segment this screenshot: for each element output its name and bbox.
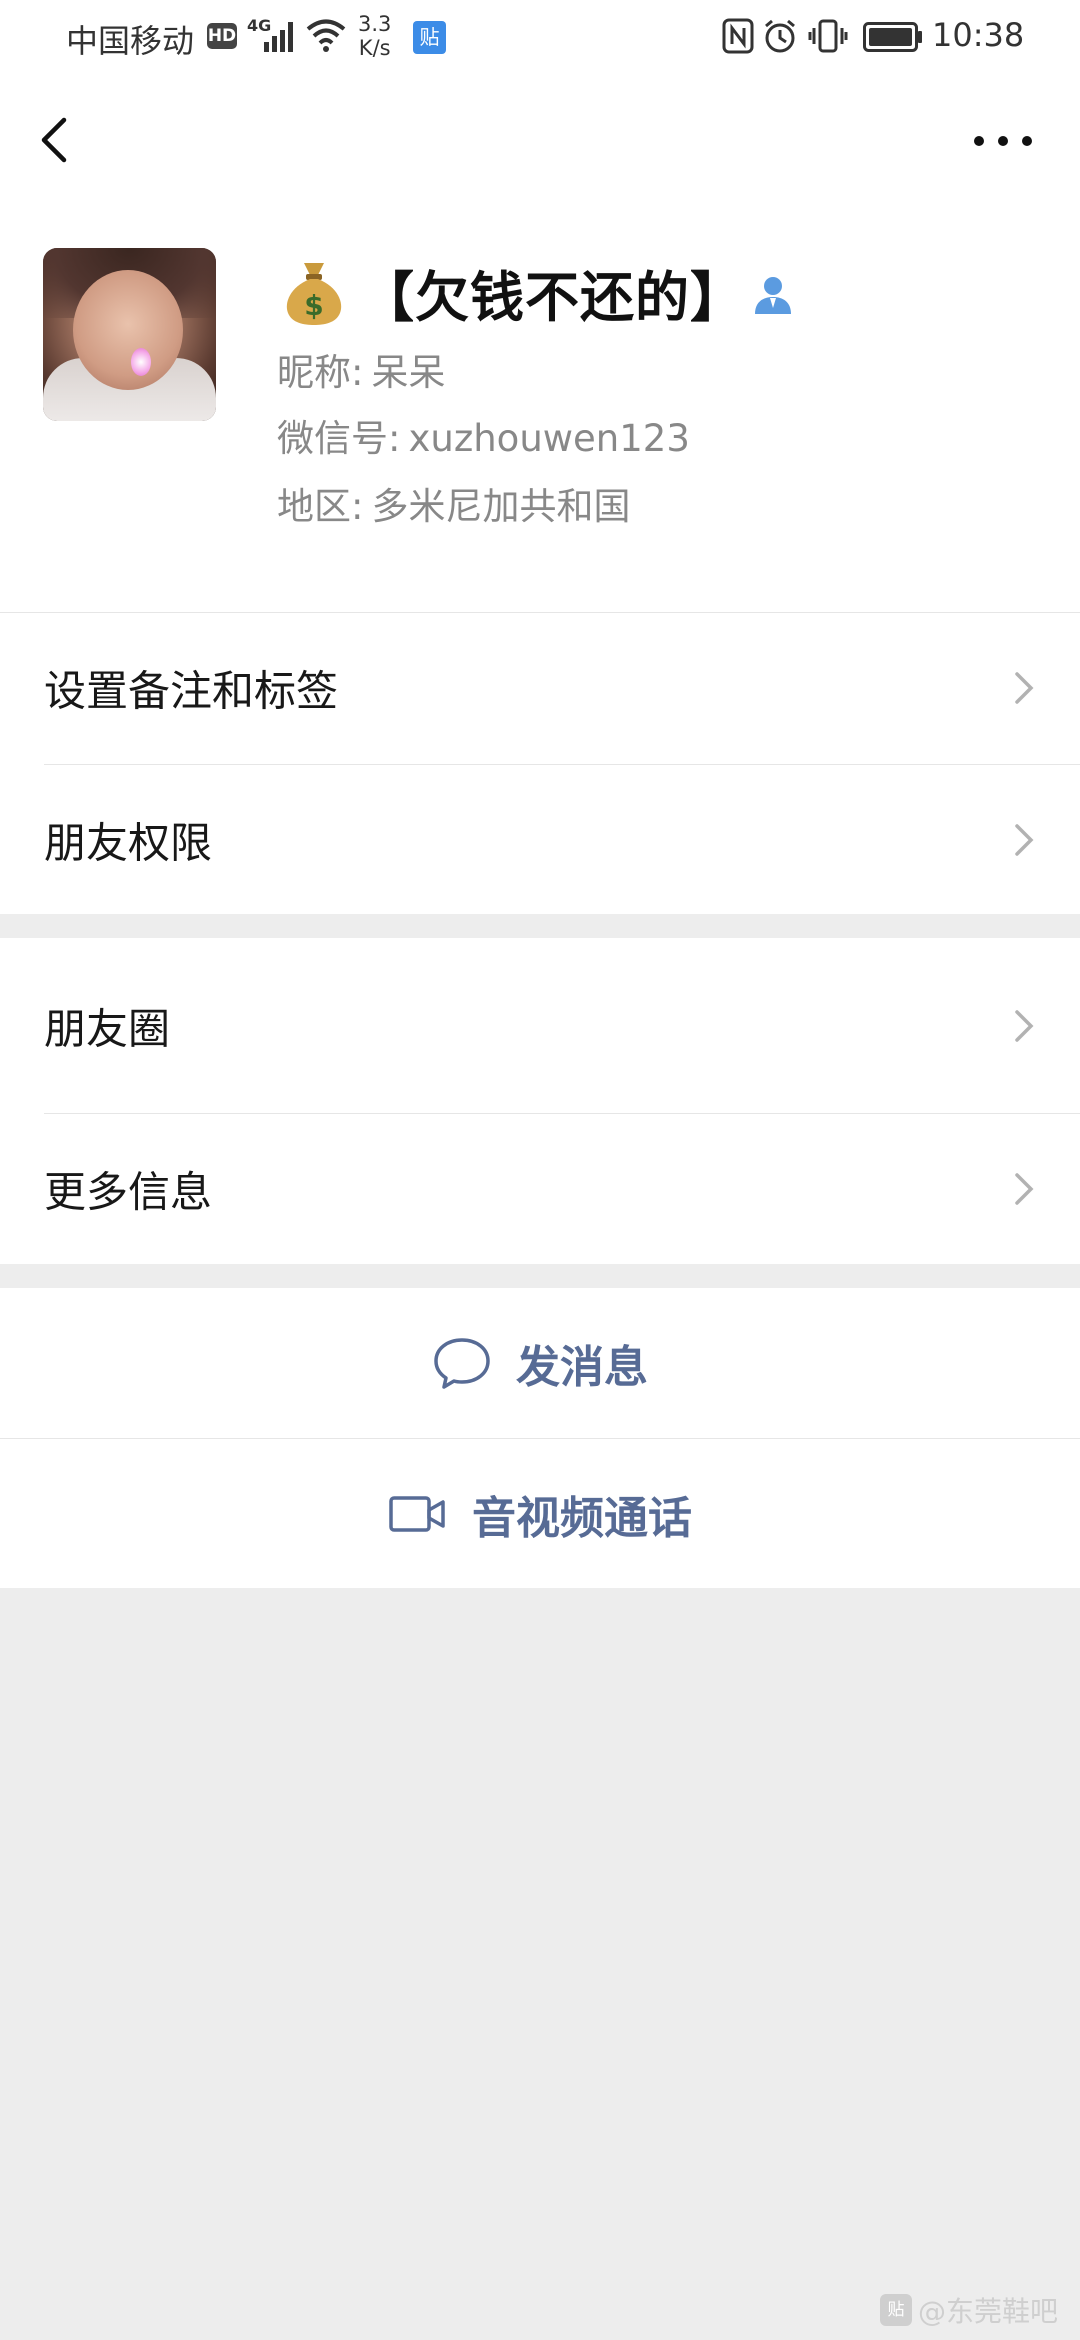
- nickname-value: 呆呆: [371, 351, 446, 394]
- status-bar: 中国移动 HD 4G 3.3 K/s 贴 10:38: [0, 0, 1080, 76]
- social-group: 朋友圈 更多信息: [0, 938, 1080, 1264]
- svg-text:$: $: [304, 289, 323, 322]
- menu-item-moments[interactable]: 朋友圈: [0, 938, 1080, 1113]
- chevron-right-icon: [1015, 672, 1034, 704]
- hd-badge: HD: [207, 23, 237, 49]
- chevron-right-icon: [1015, 1009, 1034, 1042]
- speed-value: 3.3: [358, 12, 392, 36]
- money-bag-icon: $: [286, 263, 342, 325]
- battery-icon: [863, 22, 922, 52]
- wifi-icon: [306, 19, 346, 52]
- carrier-name: 中国移动: [66, 22, 195, 60]
- nickname-row: 昵称: 呆呆: [277, 342, 445, 396]
- menu-item-more-info[interactable]: 更多信息: [0, 1114, 1080, 1264]
- top-nav-bar: [0, 76, 1080, 206]
- avatar-highlight: [131, 348, 151, 376]
- settings-group: 设置备注和标签 朋友权限: [0, 612, 1080, 914]
- wechat-id-value: xuzhouwen123: [408, 417, 690, 460]
- voice-video-call-label: 音视频通话: [472, 1493, 692, 1544]
- voice-video-call-button[interactable]: 音视频通话: [0, 1439, 1080, 1589]
- more-options-icon[interactable]: [968, 116, 1038, 166]
- tieba-notification-icon: 贴: [413, 21, 446, 54]
- region-value: 多米尼加共和国: [371, 485, 631, 528]
- menu-label-moments: 朋友圈: [44, 1004, 171, 1053]
- menu-item-friend-permissions[interactable]: 朋友权限: [0, 765, 1080, 915]
- menu-label-friend-permissions: 朋友权限: [44, 818, 213, 868]
- nickname-label: 昵称:: [277, 351, 364, 394]
- action-group: 发消息 音视频通话: [0, 1288, 1080, 1588]
- region-row: 地区: 多米尼加共和国: [277, 476, 630, 530]
- network-speed: 3.3 K/s: [358, 12, 391, 60]
- menu-label-remark-tags: 设置备注和标签: [44, 666, 339, 716]
- menu-label-more-info: 更多信息: [44, 1167, 213, 1217]
- send-message-label: 发消息: [516, 1342, 648, 1393]
- video-camera-icon: [389, 1496, 445, 1532]
- display-name-row: $ 【欠钱不还的】: [282, 252, 795, 332]
- display-name: 【欠钱不还的】: [360, 265, 745, 329]
- clock: 10:38: [932, 16, 1025, 54]
- vibrate-icon: [808, 19, 848, 53]
- back-arrow-icon[interactable]: [30, 110, 80, 170]
- send-message-button[interactable]: 发消息: [0, 1288, 1080, 1438]
- avatar-face: [73, 270, 183, 390]
- chat-bubble-icon: [434, 1338, 490, 1389]
- menu-item-remark-tags[interactable]: 设置备注和标签: [0, 613, 1080, 763]
- speed-unit: K/s: [358, 36, 391, 60]
- chevron-right-icon: [1015, 824, 1034, 856]
- region-label: 地区:: [277, 485, 364, 528]
- chevron-right-icon: [1015, 1173, 1034, 1205]
- alarm-icon: [765, 19, 795, 53]
- wechat-id-label: 微信号:: [277, 417, 401, 460]
- watermark-text: @东莞鞋吧: [918, 2295, 1059, 2328]
- contact-icon: [755, 277, 791, 314]
- signal-icon: [264, 22, 293, 52]
- watermark: 贴 @东莞鞋吧: [880, 2290, 1058, 2330]
- avatar[interactable]: [43, 248, 216, 421]
- wechat-id-row: 微信号: xuzhouwen123: [277, 408, 690, 462]
- nfc-icon: [722, 18, 754, 54]
- tieba-logo-icon: 贴: [880, 2294, 912, 2326]
- profile-card: $ 【欠钱不还的】 昵称: 呆呆 微信号: xuzhouwen123 地区: 多米尼加…: [0, 206, 1080, 612]
